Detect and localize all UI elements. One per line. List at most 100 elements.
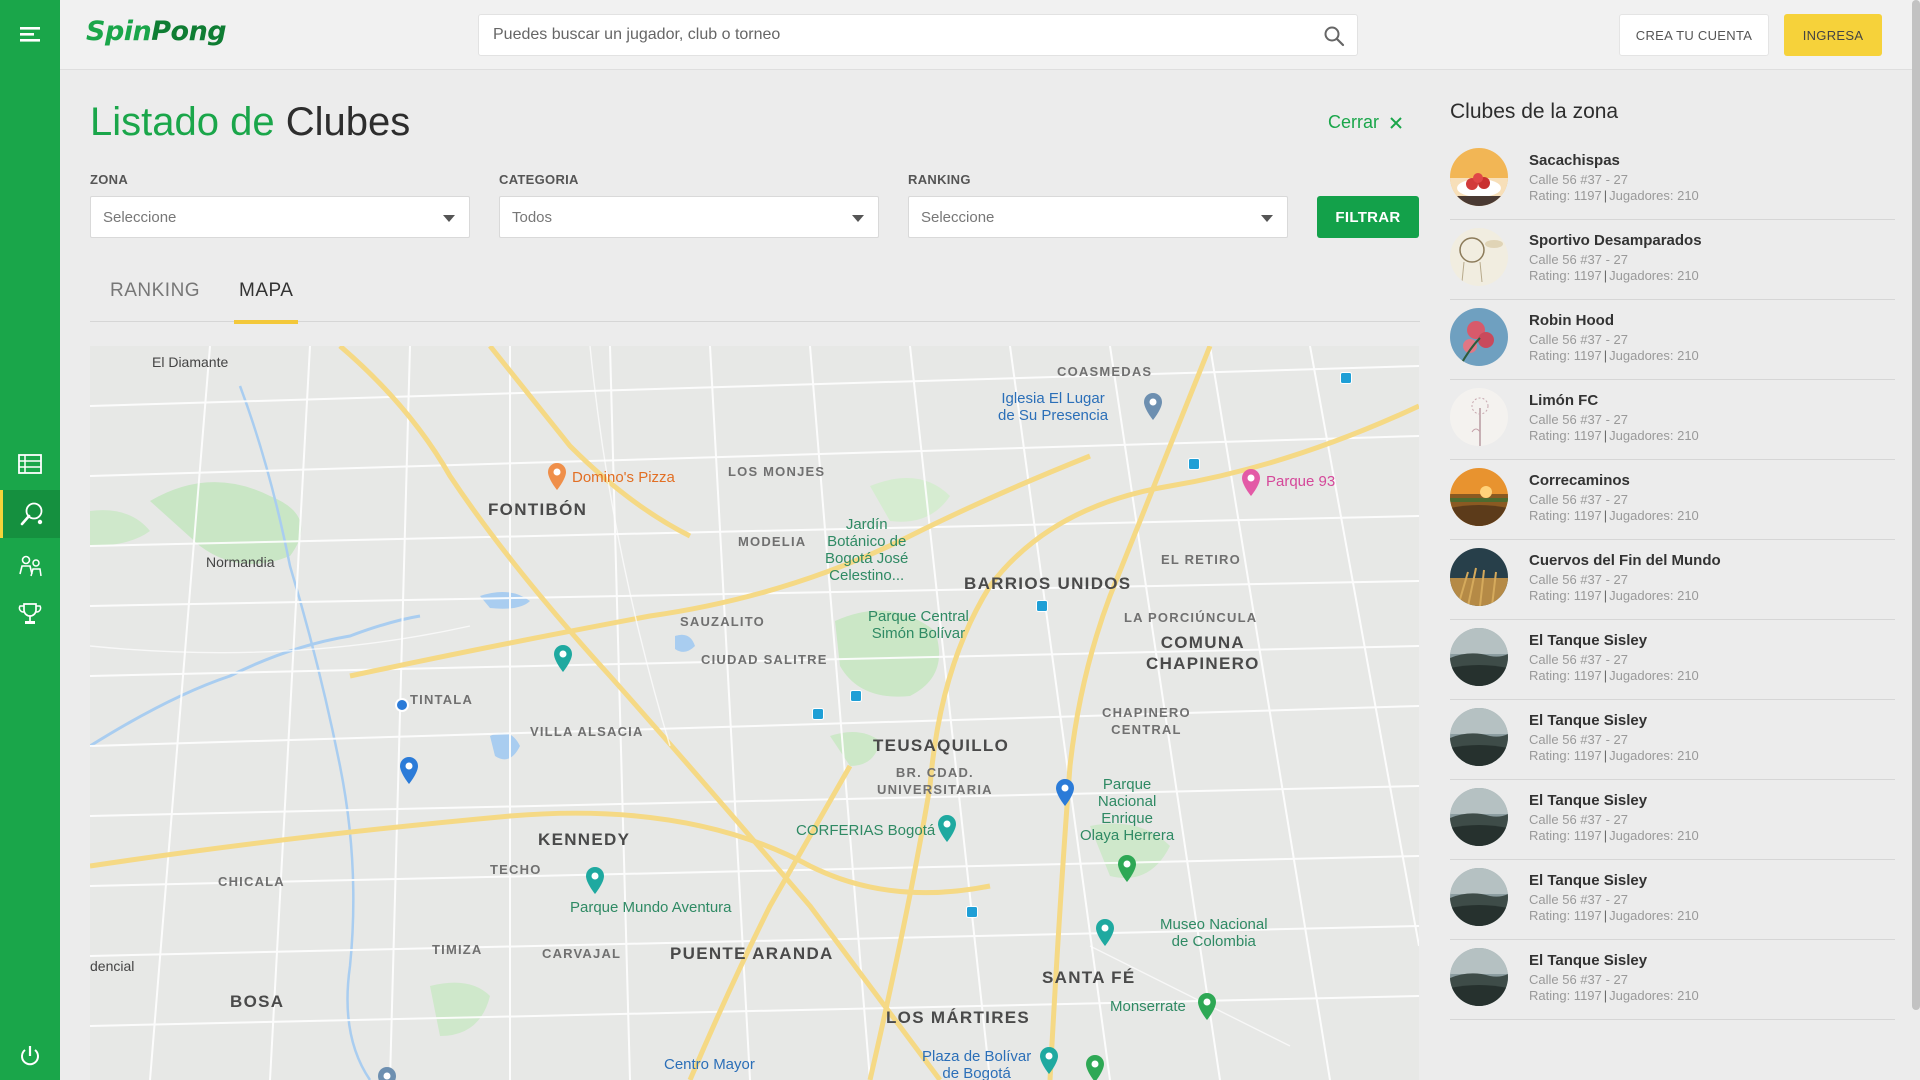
- list-icon[interactable]: [0, 440, 60, 488]
- club-address: Calle 56 #37 - 27: [1529, 652, 1629, 667]
- map-label: BR. CDAD. UNIVERSITARIA: [877, 765, 993, 797]
- club-list-item[interactable]: El Tanque Sisley Calle 56 #37 - 27 Rating:…: [1450, 940, 1895, 1020]
- categoria-select-value: Todos: [512, 209, 553, 226]
- map-pin-icon[interactable]: [584, 866, 606, 896]
- club-rating: Rating: 1197: [1529, 268, 1602, 283]
- map-label: CORFERIAS Bogotá: [796, 822, 936, 839]
- close-button[interactable]: Cerrar: [1328, 112, 1403, 133]
- club-avatar: [1450, 628, 1508, 686]
- club-stats: Rating: 1197 | Jugadores: 210: [1529, 268, 1699, 283]
- club-avatar: [1450, 548, 1508, 606]
- map-pin-icon[interactable]: [936, 814, 958, 844]
- search-icon[interactable]: [1323, 25, 1345, 47]
- club-list-item[interactable]: El Tanque Sisley Calle 56 #37 - 27 Rating:…: [1450, 860, 1895, 940]
- map-pin-icon[interactable]: [376, 1066, 398, 1080]
- players-icon[interactable]: [0, 542, 60, 590]
- club-stats: Rating: 1197 | Jugadores: 210: [1529, 828, 1699, 843]
- map-label: BARRIOS UNIDOS: [964, 574, 1132, 593]
- tab-mapa[interactable]: MAPA: [234, 280, 299, 324]
- club-list-item[interactable]: El Tanque Sisley Calle 56 #37 - 27 Rating:…: [1450, 700, 1895, 780]
- spinpong-logo[interactable]: SpinPong: [86, 16, 227, 47]
- club-name[interactable]: Sportivo Desamparados: [1529, 232, 1702, 249]
- club-players: Jugadores: 210: [1609, 428, 1699, 443]
- map-pin-icon[interactable]: [1196, 992, 1218, 1022]
- map-label: Parque Nacional Enrique Olaya Herrera: [1080, 776, 1175, 844]
- club-rating: Rating: 1197: [1529, 428, 1602, 443]
- ranking-label: RANKING: [908, 172, 971, 187]
- filter-button[interactable]: FILTRAR: [1317, 196, 1419, 238]
- club-name[interactable]: Limón FC: [1529, 392, 1598, 409]
- clubs-map[interactable]: El Diamante COASMEDAS Iglesia El Lugar d…: [90, 346, 1419, 1080]
- club-name[interactable]: El Tanque Sisley: [1529, 872, 1647, 889]
- map-label: dencial: [90, 958, 135, 974]
- zona-label: ZONA: [90, 172, 129, 187]
- club-list-item[interactable]: Sportivo Desamparados Calle 56 #37 - 27 Ra…: [1450, 220, 1895, 300]
- club-avatar: [1450, 868, 1508, 926]
- club-name[interactable]: Correcaminos: [1529, 472, 1630, 489]
- map-label: Monserrate: [1110, 998, 1186, 1015]
- club-name[interactable]: El Tanque Sisley: [1529, 632, 1647, 649]
- ping-pong-paddle-icon[interactable]: [0, 490, 60, 538]
- club-name[interactable]: Sacachispas: [1529, 152, 1620, 169]
- club-name[interactable]: El Tanque Sisley: [1529, 952, 1647, 969]
- power-icon[interactable]: [0, 1032, 60, 1080]
- map-label: Iglesia El Lugar de Su Presencia: [998, 390, 1109, 424]
- tab-ranking[interactable]: RANKING: [110, 280, 200, 320]
- chevron-down-icon: [1261, 215, 1273, 222]
- menu-icon[interactable]: [0, 10, 60, 58]
- map-pin-icon[interactable]: [1094, 918, 1116, 948]
- map-label: COASMEDAS: [1057, 364, 1153, 379]
- page-scrollbar[interactable]: [1912, 0, 1920, 1010]
- map-pin-icon[interactable]: [1054, 778, 1076, 808]
- club-name[interactable]: Cuervos del Fin del Mundo: [1529, 552, 1721, 569]
- club-name[interactable]: Robin Hood: [1529, 312, 1614, 329]
- map-label: VILLA ALSACIA: [530, 724, 644, 739]
- club-list-item[interactable]: Cuervos del Fin del Mundo Calle 56 #37 - …: [1450, 540, 1895, 620]
- club-stats: Rating: 1197 | Jugadores: 210: [1529, 588, 1699, 603]
- transit-icon: [966, 906, 978, 918]
- search-input[interactable]: [479, 15, 1309, 55]
- club-list-item[interactable]: Limón FC Calle 56 #37 - 27 Rating: 1197 | Ju…: [1450, 380, 1895, 460]
- location-dot-icon: [395, 698, 409, 712]
- club-avatar: [1450, 308, 1508, 366]
- club-players: Jugadores: 210: [1609, 748, 1699, 763]
- map-pin-icon[interactable]: [1142, 392, 1164, 422]
- close-icon: [1390, 116, 1402, 129]
- club-rating: Rating: 1197: [1529, 668, 1602, 683]
- close-label: Cerrar: [1328, 112, 1380, 132]
- transit-icon: [850, 690, 862, 702]
- map-pin-icon[interactable]: [398, 756, 420, 786]
- club-list-item[interactable]: Sacachispas Calle 56 #37 - 27 Rating: 1197…: [1450, 140, 1895, 220]
- map-label: Domino's Pizza: [572, 469, 675, 486]
- ranking-select[interactable]: Seleccione: [908, 196, 1288, 238]
- club-rating: Rating: 1197: [1529, 988, 1602, 1003]
- map-label: Parque Central Simón Bolívar: [868, 608, 969, 642]
- club-list-item[interactable]: Robin Hood Calle 56 #37 - 27 Rating: 1197 |…: [1450, 300, 1895, 380]
- map-pin-icon[interactable]: [546, 462, 568, 492]
- chevron-down-icon: [852, 215, 864, 222]
- club-list-item[interactable]: Correcaminos Calle 56 #37 - 27 Rating: 119…: [1450, 460, 1895, 540]
- map-label: CARVAJAL: [542, 946, 622, 961]
- club-stats: Rating: 1197 | Jugadores: 210: [1529, 508, 1699, 523]
- club-avatar: [1450, 788, 1508, 846]
- map-pin-icon[interactable]: [1084, 1054, 1106, 1080]
- map-pin-icon[interactable]: [1116, 854, 1138, 884]
- map-pin-icon[interactable]: [1240, 468, 1262, 498]
- club-list-item[interactable]: El Tanque Sisley Calle 56 #37 - 27 Rating:…: [1450, 780, 1895, 860]
- transit-icon: [1188, 458, 1200, 470]
- club-address: Calle 56 #37 - 27: [1529, 172, 1629, 187]
- trophy-icon[interactable]: [0, 590, 60, 638]
- zona-select[interactable]: Seleccione: [90, 196, 470, 238]
- map-label: Plaza de Bolívar de Bogotá: [922, 1048, 1032, 1080]
- map-pin-icon[interactable]: [1038, 1046, 1060, 1076]
- club-rating: Rating: 1197: [1529, 508, 1602, 523]
- club-address: Calle 56 #37 - 27: [1529, 412, 1629, 427]
- categoria-select[interactable]: Todos: [499, 196, 879, 238]
- create-account-button[interactable]: CREA TU CUENTA: [1619, 14, 1769, 56]
- login-button[interactable]: INGRESA: [1784, 14, 1882, 56]
- transit-icon: [1340, 372, 1352, 384]
- club-name[interactable]: El Tanque Sisley: [1529, 792, 1647, 809]
- map-pin-icon[interactable]: [552, 644, 574, 674]
- club-list-item[interactable]: El Tanque Sisley Calle 56 #37 - 27 Rating:…: [1450, 620, 1895, 700]
- club-name[interactable]: El Tanque Sisley: [1529, 712, 1647, 729]
